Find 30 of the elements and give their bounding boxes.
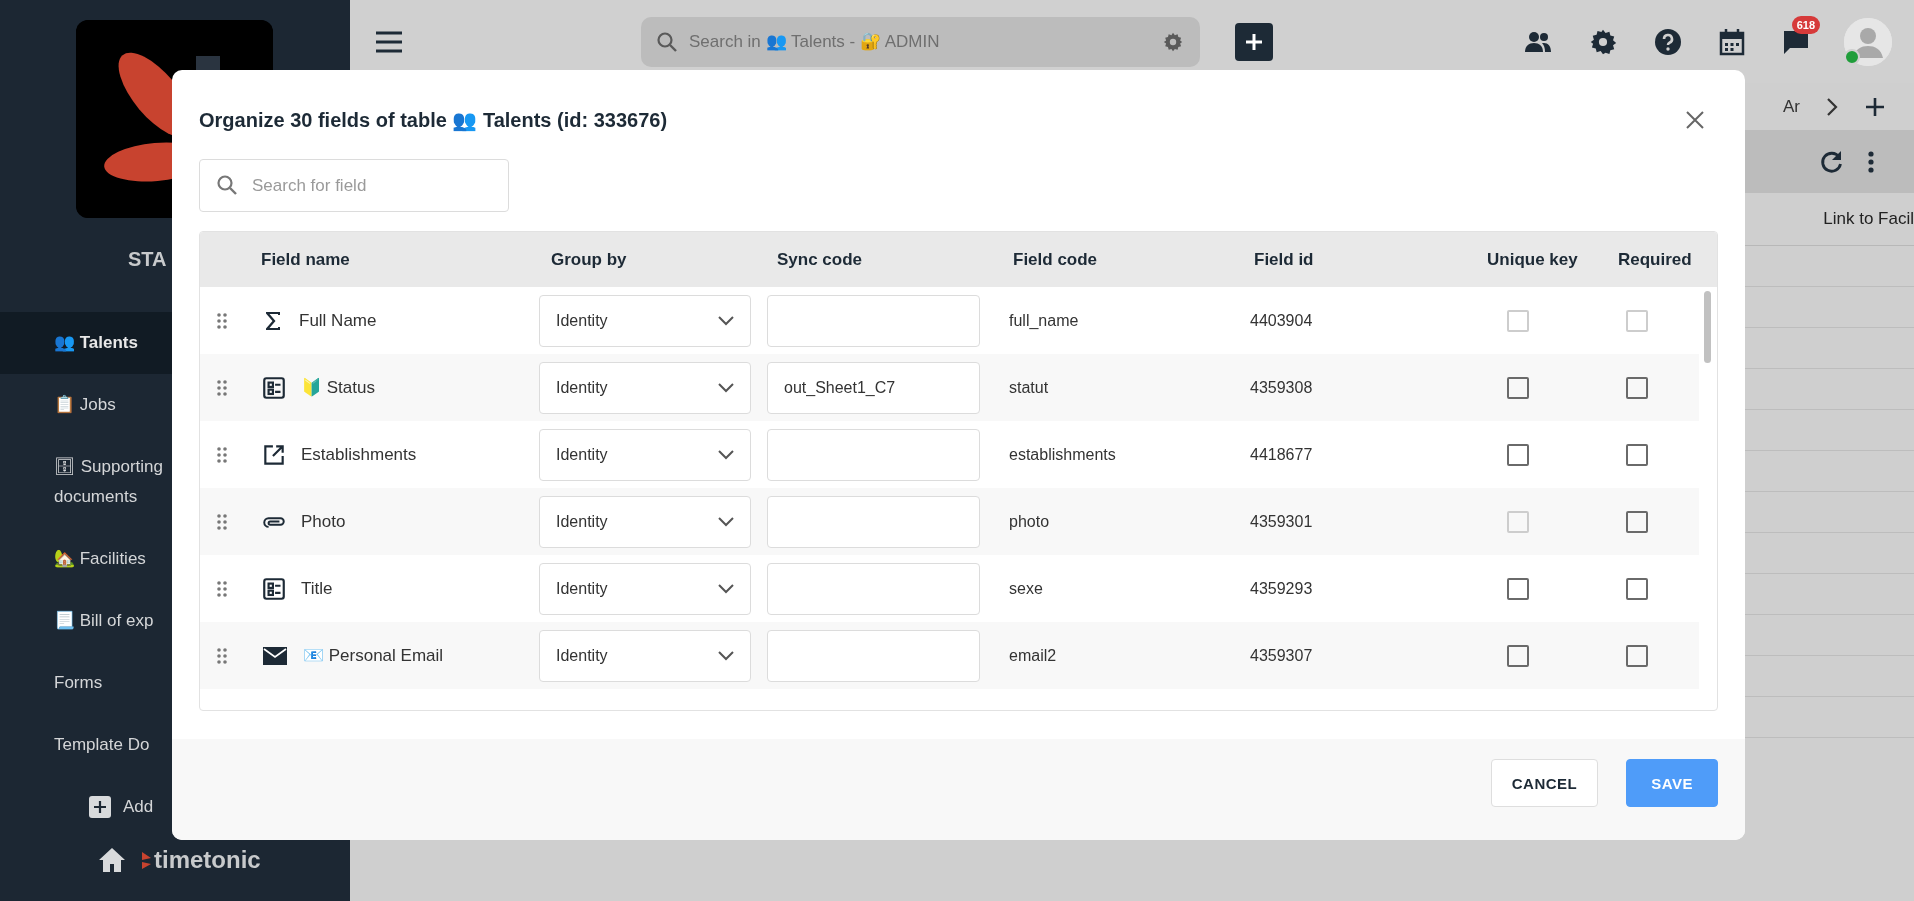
dialog-title: Organize 30 fields of table 👥 Talents (id: 333676): [199, 108, 668, 132]
field-code: photo: [1008, 512, 1051, 531]
workspace-name: STA: [128, 248, 167, 271]
field-id: 4359293: [1249, 579, 1314, 598]
field-name: Photo: [301, 511, 346, 532]
field-id: 4359301: [1249, 512, 1314, 531]
brand-logo: timetonic: [140, 846, 261, 874]
field-code: statut: [1008, 378, 1050, 397]
column-header: Field name: [260, 249, 351, 270]
field-code: sexe: [1008, 579, 1044, 598]
field-name: Establishments: [301, 444, 417, 465]
column-header: Group by: [550, 249, 628, 270]
field-code: establishments: [1008, 445, 1117, 464]
notification-badge: 618: [1791, 15, 1820, 34]
field-code: email2: [1008, 646, 1058, 665]
column-header: Field code: [1012, 249, 1099, 270]
column-header: Sync code: [776, 249, 864, 270]
column-header: Field id: [1253, 249, 1315, 270]
field-id: 4418677: [1249, 445, 1314, 464]
field-id: 4359308: [1249, 378, 1314, 397]
field-code: full_name: [1008, 311, 1080, 330]
field-name: 📧 Personal Email: [303, 645, 444, 666]
column-header: Link to Facil: [1823, 209, 1914, 229]
column-header: Required: [1618, 249, 1693, 270]
field-name: Title: [301, 578, 333, 599]
field-id: 4403904: [1249, 311, 1314, 330]
column-header: Unique key: [1487, 249, 1579, 270]
field-id: 4359307: [1249, 646, 1314, 665]
field-name: Full Name: [299, 310, 377, 331]
field-name: 🔰 Status: [301, 377, 375, 398]
